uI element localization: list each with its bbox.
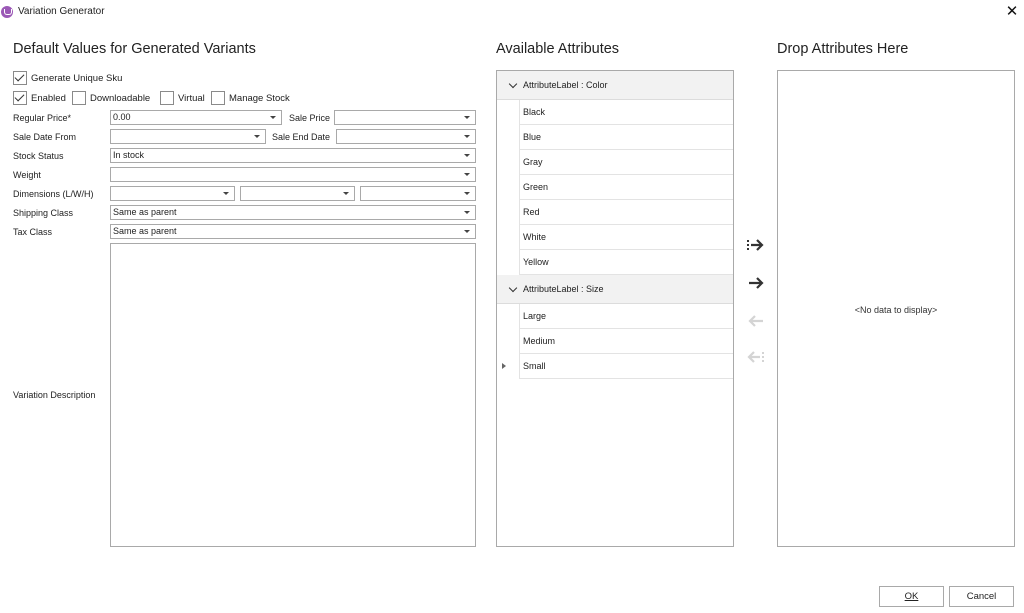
dimension-length-input[interactable] xyxy=(110,186,235,201)
shipping-class-value: Same as parent xyxy=(113,207,177,217)
group-label: AttributeLabel : Size xyxy=(523,284,604,294)
list-item-label: Small xyxy=(523,361,546,371)
downloadable-checkbox[interactable] xyxy=(72,91,86,105)
chevron-down-icon[interactable] xyxy=(464,173,470,176)
chevron-down-icon[interactable] xyxy=(254,135,260,138)
chevron-down-icon[interactable] xyxy=(508,79,518,89)
chevron-down-icon[interactable] xyxy=(464,135,470,138)
list-item-medium[interactable]: Medium xyxy=(497,329,733,354)
list-item-label: Red xyxy=(523,207,540,217)
stock-status-select[interactable]: In stock xyxy=(110,148,476,163)
weight-input[interactable] xyxy=(110,167,476,182)
sale-date-from-label: Sale Date From xyxy=(13,132,77,142)
sale-date-from-input[interactable] xyxy=(110,129,266,144)
list-item-small[interactable]: Small xyxy=(497,354,733,379)
generate-unique-sku-label: Generate Unique Sku xyxy=(31,73,123,84)
regular-price-input[interactable]: 0.00 xyxy=(110,110,282,125)
list-item-green[interactable]: Green xyxy=(497,175,733,200)
shipping-class-label: Shipping Class xyxy=(13,208,74,218)
sale-price-input[interactable] xyxy=(334,110,476,125)
drop-attributes-title: Drop Attributes Here xyxy=(777,41,909,57)
dimensions-label: Dimensions (L/W/H) xyxy=(13,189,94,199)
stock-status-value: In stock xyxy=(113,150,145,160)
defaults-section-title: Default Values for Generated Variants xyxy=(13,41,256,57)
downloadable-label: Downloadable xyxy=(90,93,151,104)
cancel-button[interactable]: Cancel xyxy=(949,586,1014,607)
move-all-right-icon[interactable] xyxy=(746,237,766,253)
available-attributes-title: Available Attributes xyxy=(496,41,620,57)
group-label: AttributeLabel : Color xyxy=(523,80,608,90)
row-indicator-icon xyxy=(502,363,506,369)
weight-label: Weight xyxy=(13,170,41,180)
window-title: Variation Generator xyxy=(18,6,105,17)
enabled-label: Enabled xyxy=(31,93,66,104)
dimension-width-input[interactable] xyxy=(240,186,355,201)
drop-attributes-area[interactable]: <No data to display> xyxy=(777,70,1015,547)
list-item-white[interactable]: White xyxy=(497,225,733,250)
chevron-down-icon[interactable] xyxy=(464,116,470,119)
list-item-label: Gray xyxy=(523,157,543,167)
chevron-down-icon[interactable] xyxy=(343,192,349,195)
list-item-label: Large xyxy=(523,311,547,321)
stock-status-label: Stock Status xyxy=(13,151,64,161)
ok-button[interactable]: OK xyxy=(879,586,944,607)
enabled-checkbox[interactable] xyxy=(13,91,27,105)
manage-stock-label: Manage Stock xyxy=(229,93,290,104)
move-right-icon[interactable] xyxy=(746,275,766,291)
chevron-down-icon[interactable] xyxy=(270,116,276,119)
tax-class-value: Same as parent xyxy=(113,226,177,236)
sale-end-date-label: Sale End Date xyxy=(272,132,331,142)
virtual-checkbox[interactable] xyxy=(160,91,174,105)
shipping-class-select[interactable]: Same as parent xyxy=(110,205,476,220)
tax-class-select[interactable]: Same as parent xyxy=(110,224,476,239)
close-icon[interactable]: ✕ xyxy=(1004,4,1020,20)
list-item-label: Black xyxy=(523,107,546,117)
list-item-blue[interactable]: Blue xyxy=(497,125,733,150)
sale-end-date-input[interactable] xyxy=(336,129,476,144)
available-attributes-list[interactable]: AttributeLabel : Color Black Blue Gray G… xyxy=(496,70,734,547)
move-all-left-icon[interactable] xyxy=(746,349,766,365)
chevron-down-icon[interactable] xyxy=(464,211,470,214)
cancel-button-label: Cancel xyxy=(966,591,997,602)
variation-description-textarea[interactable] xyxy=(110,243,476,547)
ok-button-label: OK xyxy=(904,591,919,602)
list-item-label: White xyxy=(523,232,547,242)
sale-price-label: Sale Price xyxy=(289,113,331,123)
chevron-down-icon[interactable] xyxy=(223,192,229,195)
move-left-icon[interactable] xyxy=(746,313,766,329)
manage-stock-checkbox[interactable] xyxy=(211,91,225,105)
list-item-yellow[interactable]: Yellow xyxy=(497,250,733,275)
list-item-gray[interactable]: Gray xyxy=(497,150,733,175)
attribute-group-color[interactable]: AttributeLabel : Color xyxy=(497,71,733,100)
generate-unique-sku-checkbox[interactable] xyxy=(13,71,27,85)
regular-price-label: Regular Price* xyxy=(13,113,72,123)
chevron-down-icon[interactable] xyxy=(508,283,518,293)
chevron-down-icon[interactable] xyxy=(464,154,470,157)
dimension-height-input[interactable] xyxy=(360,186,476,201)
chevron-down-icon[interactable] xyxy=(464,192,470,195)
list-item-label: Medium xyxy=(523,336,556,346)
regular-price-value: 0.00 xyxy=(113,112,131,122)
tax-class-label: Tax Class xyxy=(13,227,53,237)
variation-description-label: Variation Description xyxy=(13,390,96,400)
empty-state-text: <No data to display> xyxy=(854,305,938,315)
chevron-down-icon[interactable] xyxy=(464,230,470,233)
list-item-label: Yellow xyxy=(523,257,549,267)
virtual-label: Virtual xyxy=(178,93,205,104)
list-item-large[interactable]: Large xyxy=(497,304,733,329)
list-item-label: Green xyxy=(523,182,549,192)
list-item-red[interactable]: Red xyxy=(497,200,733,225)
list-item-label: Blue xyxy=(523,132,542,142)
title-bar: Variation Generator ✕ xyxy=(0,0,1024,24)
app-logo-icon xyxy=(1,6,13,18)
attribute-group-size[interactable]: AttributeLabel : Size xyxy=(497,275,733,304)
list-item-black[interactable]: Black xyxy=(497,100,733,125)
